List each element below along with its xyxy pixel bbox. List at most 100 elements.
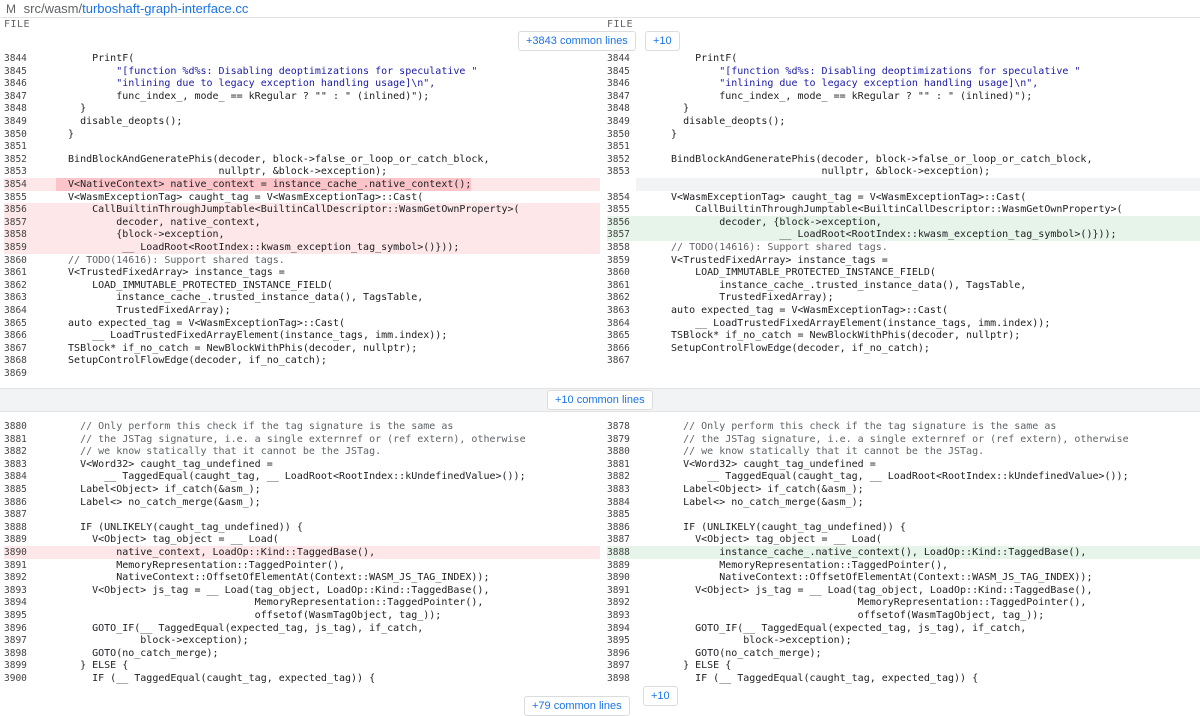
line-number: 3895 [607, 635, 630, 647]
code-text: IF (UNLIKELY(caught_tag_undefined)) { [659, 521, 906, 533]
code-line: 3895 block->exception); [603, 634, 1200, 647]
line-number: 3866 [4, 330, 27, 342]
line-number: 3860 [4, 254, 27, 266]
code-text: __ TaggedEqual(caught_tag, __ LoadRoot<R… [659, 471, 1129, 483]
code-text: Label<> no_catch_merge(&asm_); [56, 496, 261, 508]
code-line: 3866 SetupControlFlowEdge(decoder, if_no… [603, 342, 1200, 355]
code-text: V<Word32> caught_tag_undefined = [56, 458, 273, 470]
code-text: {block->exception, [56, 229, 225, 241]
code-line: 3898 GOTO(no_catch_merge); [0, 647, 600, 660]
line-number: 3883 [607, 484, 630, 495]
code-text: } ELSE { [659, 660, 732, 672]
line-background [33, 140, 600, 153]
code-line: 3849 disable_deopts(); [603, 115, 1200, 128]
code-text: V<NativeContext> native_context = instan… [56, 178, 472, 191]
code-text: V<TrustedFixedArray> instance_tags = [56, 267, 285, 279]
code-text: TrustedFixedArray); [56, 305, 231, 316]
code-line: 3890 native_context, LoadOp::Kind::Tagge… [0, 546, 600, 559]
line-number: 3855 [607, 204, 630, 216]
line-number: 3881 [4, 433, 27, 445]
code-line: 3897 } ELSE { [603, 659, 1200, 672]
code-line: 3866 __ LoadTrustedFixedArrayElement(ins… [0, 329, 600, 342]
code-line: 3888 IF (UNLIKELY(caught_tag_undefined))… [0, 521, 600, 534]
line-number: 3847 [4, 90, 27, 102]
line-number: 3878 [607, 421, 630, 432]
code-text: MemoryRepresentation::TaggedPointer(), [659, 597, 1087, 609]
expand-common-lines-top-button[interactable]: +3843 common lines [518, 31, 636, 51]
code-line: 3865 auto expected_tag = V<WasmException… [0, 317, 600, 330]
code-text: MemoryRepresentation::TaggedPointer(), [659, 559, 948, 571]
code-line: 3847 func_index_, mode_ == kRegular ? ""… [603, 90, 1200, 103]
line-number: 3898 [4, 647, 27, 659]
code-text: NativeContext::OffsetOfElementAt(Context… [659, 572, 1093, 584]
line-number: 3845 [4, 65, 27, 77]
line-number: 3867 [607, 355, 630, 367]
code-text: __ LoadRoot<RootIndex::kwasm_exception_t… [659, 229, 1117, 241]
code-line: 3867 TSBlock* if_no_catch = NewBlockWith… [0, 342, 600, 355]
line-number: 3894 [4, 597, 27, 609]
code-text: } [659, 103, 690, 115]
code-line: 3867 [603, 354, 1200, 367]
code-text: offsetof(WasmTagObject, tag_)); [56, 610, 442, 621]
code-line: 3863 instance_cache_.trusted_instance_da… [0, 291, 600, 304]
code-text: BindBlockAndGeneratePhis(decoder, block-… [56, 153, 490, 165]
code-text: func_index_, mode_ == kRegular ? "" : " … [56, 90, 430, 102]
line-number: 3853 [607, 166, 630, 178]
code-text: TSBlock* if_no_catch = NewBlockWithPhis(… [659, 330, 1021, 342]
line-number: 3899 [4, 660, 27, 672]
code-line: 3844 PrintF( [603, 52, 1200, 65]
line-number: 3885 [4, 484, 27, 495]
code-line: 3900 IF (__ TaggedEqual(caught_tag, expe… [0, 672, 600, 685]
code-text: GOTO(no_catch_merge); [659, 647, 822, 659]
code-line: 3844 PrintF( [0, 52, 600, 65]
line-number: 3891 [4, 559, 27, 571]
line-number: 3869 [4, 368, 27, 379]
code-line: 3862 LOAD_IMMUTABLE_PROTECTED_INSTANCE_F… [0, 279, 600, 292]
code-text: MemoryRepresentation::TaggedPointer(), [56, 559, 345, 571]
code-line: 3863 auto expected_tag = V<WasmException… [603, 304, 1200, 317]
code-line: 3852 BindBlockAndGeneratePhis(decoder, b… [0, 153, 600, 166]
line-number: 3857 [607, 228, 637, 242]
line-number: 3886 [607, 521, 630, 533]
code-line: 3846 "inlining due to legacy exception h… [0, 77, 600, 90]
code-line: 3861 instance_cache_.trusted_instance_da… [603, 279, 1200, 292]
code-text: CallBuiltinThroughJumptable<BuiltinCallD… [659, 204, 1123, 216]
line-number: 3896 [607, 647, 630, 659]
code-line: 3868 SetupControlFlowEdge(decoder, if_no… [0, 354, 600, 367]
line-number: 3888 [4, 521, 27, 533]
line-number: 3882 [607, 471, 630, 483]
line-number: 3890 [607, 572, 630, 584]
code-text: V<Object> tag_object = __ Load( [56, 534, 279, 546]
line-number: 3865 [607, 330, 630, 342]
left-file-header: FILE [4, 19, 31, 30]
line-background [636, 508, 1200, 521]
line-number: 3896 [4, 622, 27, 634]
line-number: 3858 [607, 242, 630, 253]
code-text: LOAD_IMMUTABLE_PROTECTED_INSTANCE_FIELD( [659, 267, 936, 279]
line-background [636, 128, 1200, 141]
line-number: 3852 [4, 153, 27, 165]
code-line: 3850 } [603, 128, 1200, 141]
code-line: 3894 GOTO_IF(__ TaggedEqual(expected_tag… [603, 622, 1200, 635]
line-number: 3852 [607, 153, 630, 165]
code-text: IF (__ TaggedEqual(caught_tag, expected_… [659, 673, 979, 684]
expand-ten-lines-bottom-button[interactable]: +10 [643, 686, 678, 706]
line-number: 3848 [4, 103, 27, 115]
code-text: offsetof(WasmTagObject, tag_)); [659, 610, 1045, 621]
file-header-bar: M src/wasm/turboshaft-graph-interface.cc [0, 0, 1200, 18]
code-text: PrintF( [56, 53, 135, 64]
left-panel-top: 3844 PrintF(3845 "[function %d%s: Disabl… [0, 52, 600, 382]
expand-common-lines-bottom-button[interactable]: +79 common lines [524, 696, 630, 716]
expand-ten-lines-top-button[interactable]: +10 [645, 31, 680, 51]
line-number: 3866 [607, 342, 630, 354]
line-background [33, 367, 600, 380]
code-line [603, 178, 1200, 191]
line-number: 3847 [607, 90, 630, 102]
line-number: 3879 [607, 433, 630, 445]
code-text: __ TaggedEqual(caught_tag, __ LoadRoot<R… [56, 471, 526, 483]
code-line: 3894 MemoryRepresentation::TaggedPointer… [0, 596, 600, 609]
expand-common-lines-mid-button[interactable]: +10 common lines [547, 390, 653, 410]
file-name-link[interactable]: turboshaft-graph-interface.cc [82, 1, 248, 16]
code-line: 3855 CallBuiltinThroughJumptable<Builtin… [603, 203, 1200, 216]
line-number: 3889 [4, 534, 27, 546]
